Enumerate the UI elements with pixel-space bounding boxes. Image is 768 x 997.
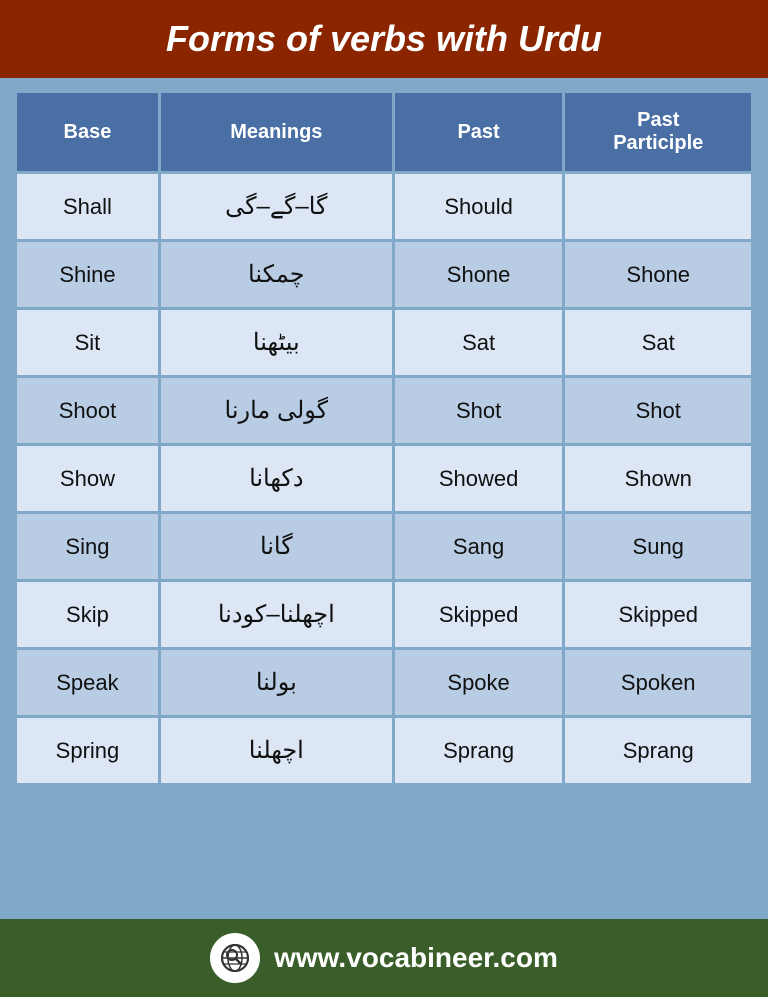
table-header-row: Base Meanings Past PastParticiple <box>17 93 751 171</box>
verb-table: Base Meanings Past PastParticiple Shallگ… <box>14 90 754 786</box>
past-participle-cell: Spoken <box>565 650 751 715</box>
table-row: Skipاچھلنا–کودناSkippedSkipped <box>17 582 751 647</box>
past-participle-cell: Sung <box>565 514 751 579</box>
past-cell: Sang <box>395 514 563 579</box>
past-participle-cell: Skipped <box>565 582 751 647</box>
past-cell: Showed <box>395 446 563 511</box>
base-cell: Shall <box>17 174 158 239</box>
past-cell: Skipped <box>395 582 563 647</box>
base-cell: Sit <box>17 310 158 375</box>
past-cell: Sat <box>395 310 563 375</box>
header-past: Past <box>395 93 563 171</box>
base-cell: Shoot <box>17 378 158 443</box>
table-row: ShineچمکناShoneShone <box>17 242 751 307</box>
globe-icon <box>219 942 251 974</box>
meanings-cell: گا–گے–گی <box>161 174 392 239</box>
header-meanings: Meanings <box>161 93 392 171</box>
table-row: SitبیٹھناSatSat <box>17 310 751 375</box>
meanings-cell: دکھانا <box>161 446 392 511</box>
header-base: Base <box>17 93 158 171</box>
past-participle-cell <box>565 174 751 239</box>
table-row: SpringاچھلناSprangSprang <box>17 718 751 783</box>
meanings-cell: اچھلنا–کودنا <box>161 582 392 647</box>
table-container: Base Meanings Past PastParticiple Shallگ… <box>0 78 768 919</box>
footer: www.vocabineer.com <box>0 919 768 997</box>
base-cell: Shine <box>17 242 158 307</box>
past-cell: Shot <box>395 378 563 443</box>
meanings-cell: گولی مارنا <box>161 378 392 443</box>
www-icon <box>210 933 260 983</box>
past-participle-cell: Shone <box>565 242 751 307</box>
past-participle-cell: Sprang <box>565 718 751 783</box>
past-cell: Spoke <box>395 650 563 715</box>
past-cell: Sprang <box>395 718 563 783</box>
table-row: SpeakبولناSpokeSpoken <box>17 650 751 715</box>
base-cell: Speak <box>17 650 158 715</box>
table-row: SingگاناSangSung <box>17 514 751 579</box>
table-row: Shootگولی مارناShotShot <box>17 378 751 443</box>
meanings-cell: چمکنا <box>161 242 392 307</box>
meanings-cell: اچھلنا <box>161 718 392 783</box>
table-row: Shallگا–گے–گیShould <box>17 174 751 239</box>
base-cell: Sing <box>17 514 158 579</box>
header-past-participle: PastParticiple <box>565 93 751 171</box>
past-participle-cell: Sat <box>565 310 751 375</box>
base-cell: Skip <box>17 582 158 647</box>
meanings-cell: بولنا <box>161 650 392 715</box>
past-cell: Shone <box>395 242 563 307</box>
base-cell: Show <box>17 446 158 511</box>
past-participle-cell: Shown <box>565 446 751 511</box>
footer-url: www.vocabineer.com <box>274 942 558 974</box>
title-bar: Forms of verbs with Urdu <box>0 0 768 78</box>
past-participle-cell: Shot <box>565 378 751 443</box>
table-row: ShowدکھاناShowedShown <box>17 446 751 511</box>
meanings-cell: گانا <box>161 514 392 579</box>
base-cell: Spring <box>17 718 158 783</box>
page-title: Forms of verbs with Urdu <box>20 18 748 60</box>
past-cell: Should <box>395 174 563 239</box>
meanings-cell: بیٹھنا <box>161 310 392 375</box>
